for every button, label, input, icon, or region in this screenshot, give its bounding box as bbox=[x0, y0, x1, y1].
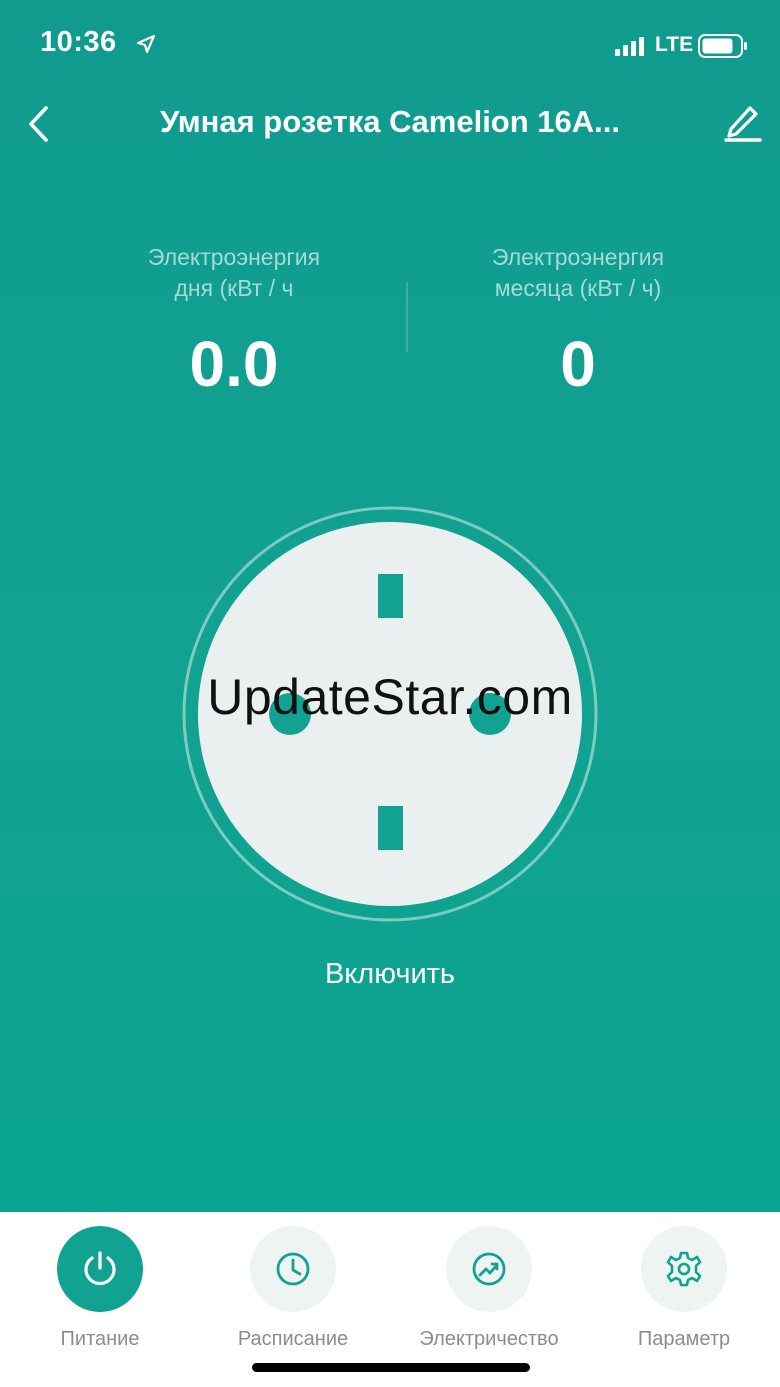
month-energy-stat: Электроэнергия месяца (кВт / ч) 0 bbox=[428, 242, 728, 396]
month-energy-label-line2: месяца (кВт / ч) bbox=[494, 275, 662, 301]
page-title: Умная розетка Camelion 16A... bbox=[159, 104, 621, 139]
edit-icon[interactable] bbox=[722, 104, 762, 144]
nav-label-power: Питание bbox=[60, 1328, 140, 1350]
nav-label-electricity: Электричество bbox=[419, 1328, 559, 1350]
nav-item-electricity[interactable]: Электричество bbox=[391, 1226, 587, 1351]
battery-icon bbox=[698, 34, 747, 58]
socket-bottom-slot bbox=[378, 806, 403, 850]
day-energy-value: 0.0 bbox=[189, 328, 279, 400]
watermark: UpdateStar.com bbox=[207, 669, 573, 725]
status-time: 10:36 bbox=[40, 26, 117, 58]
month-energy-label-line1: Электроэнергия bbox=[491, 244, 665, 270]
day-energy-label-line1: Электроэнергия bbox=[147, 244, 321, 270]
nav-electricity-button[interactable] bbox=[446, 1226, 532, 1312]
nav-settings-button[interactable] bbox=[641, 1226, 727, 1312]
day-energy-stat: Электроэнергия дня (кВт / ч 0.0 bbox=[84, 242, 384, 396]
signal-icon bbox=[615, 37, 644, 56]
socket-top-slot bbox=[378, 574, 403, 618]
network-type: LTE bbox=[655, 33, 694, 56]
nav-item-power[interactable]: Питание bbox=[2, 1226, 198, 1351]
nav-item-schedule[interactable]: Расписание bbox=[195, 1226, 391, 1351]
chart-icon bbox=[472, 1252, 506, 1286]
gear-icon bbox=[666, 1251, 702, 1287]
home-indicator[interactable] bbox=[252, 1363, 530, 1372]
clock-icon bbox=[276, 1252, 310, 1286]
main-screen: 10:36 LTE Умная розетка Camelion 16A... … bbox=[0, 0, 780, 1212]
day-energy-label-line2: дня (кВт / ч bbox=[174, 275, 294, 301]
nav-schedule-button[interactable] bbox=[250, 1226, 336, 1312]
nav-label-settings: Параметр bbox=[637, 1328, 731, 1350]
power-toggle-label: Включить bbox=[324, 958, 456, 990]
month-energy-value: 0 bbox=[560, 328, 596, 400]
nav-label-schedule: Расписание bbox=[237, 1328, 349, 1350]
nav-power-button[interactable] bbox=[57, 1226, 143, 1312]
stats-divider bbox=[406, 282, 408, 352]
nav-item-settings[interactable]: Параметр bbox=[586, 1226, 780, 1351]
bottom-nav: Питание Расписание Электричество Парамет… bbox=[0, 1212, 780, 1387]
location-arrow-icon bbox=[136, 34, 156, 54]
power-icon bbox=[84, 1251, 116, 1286]
